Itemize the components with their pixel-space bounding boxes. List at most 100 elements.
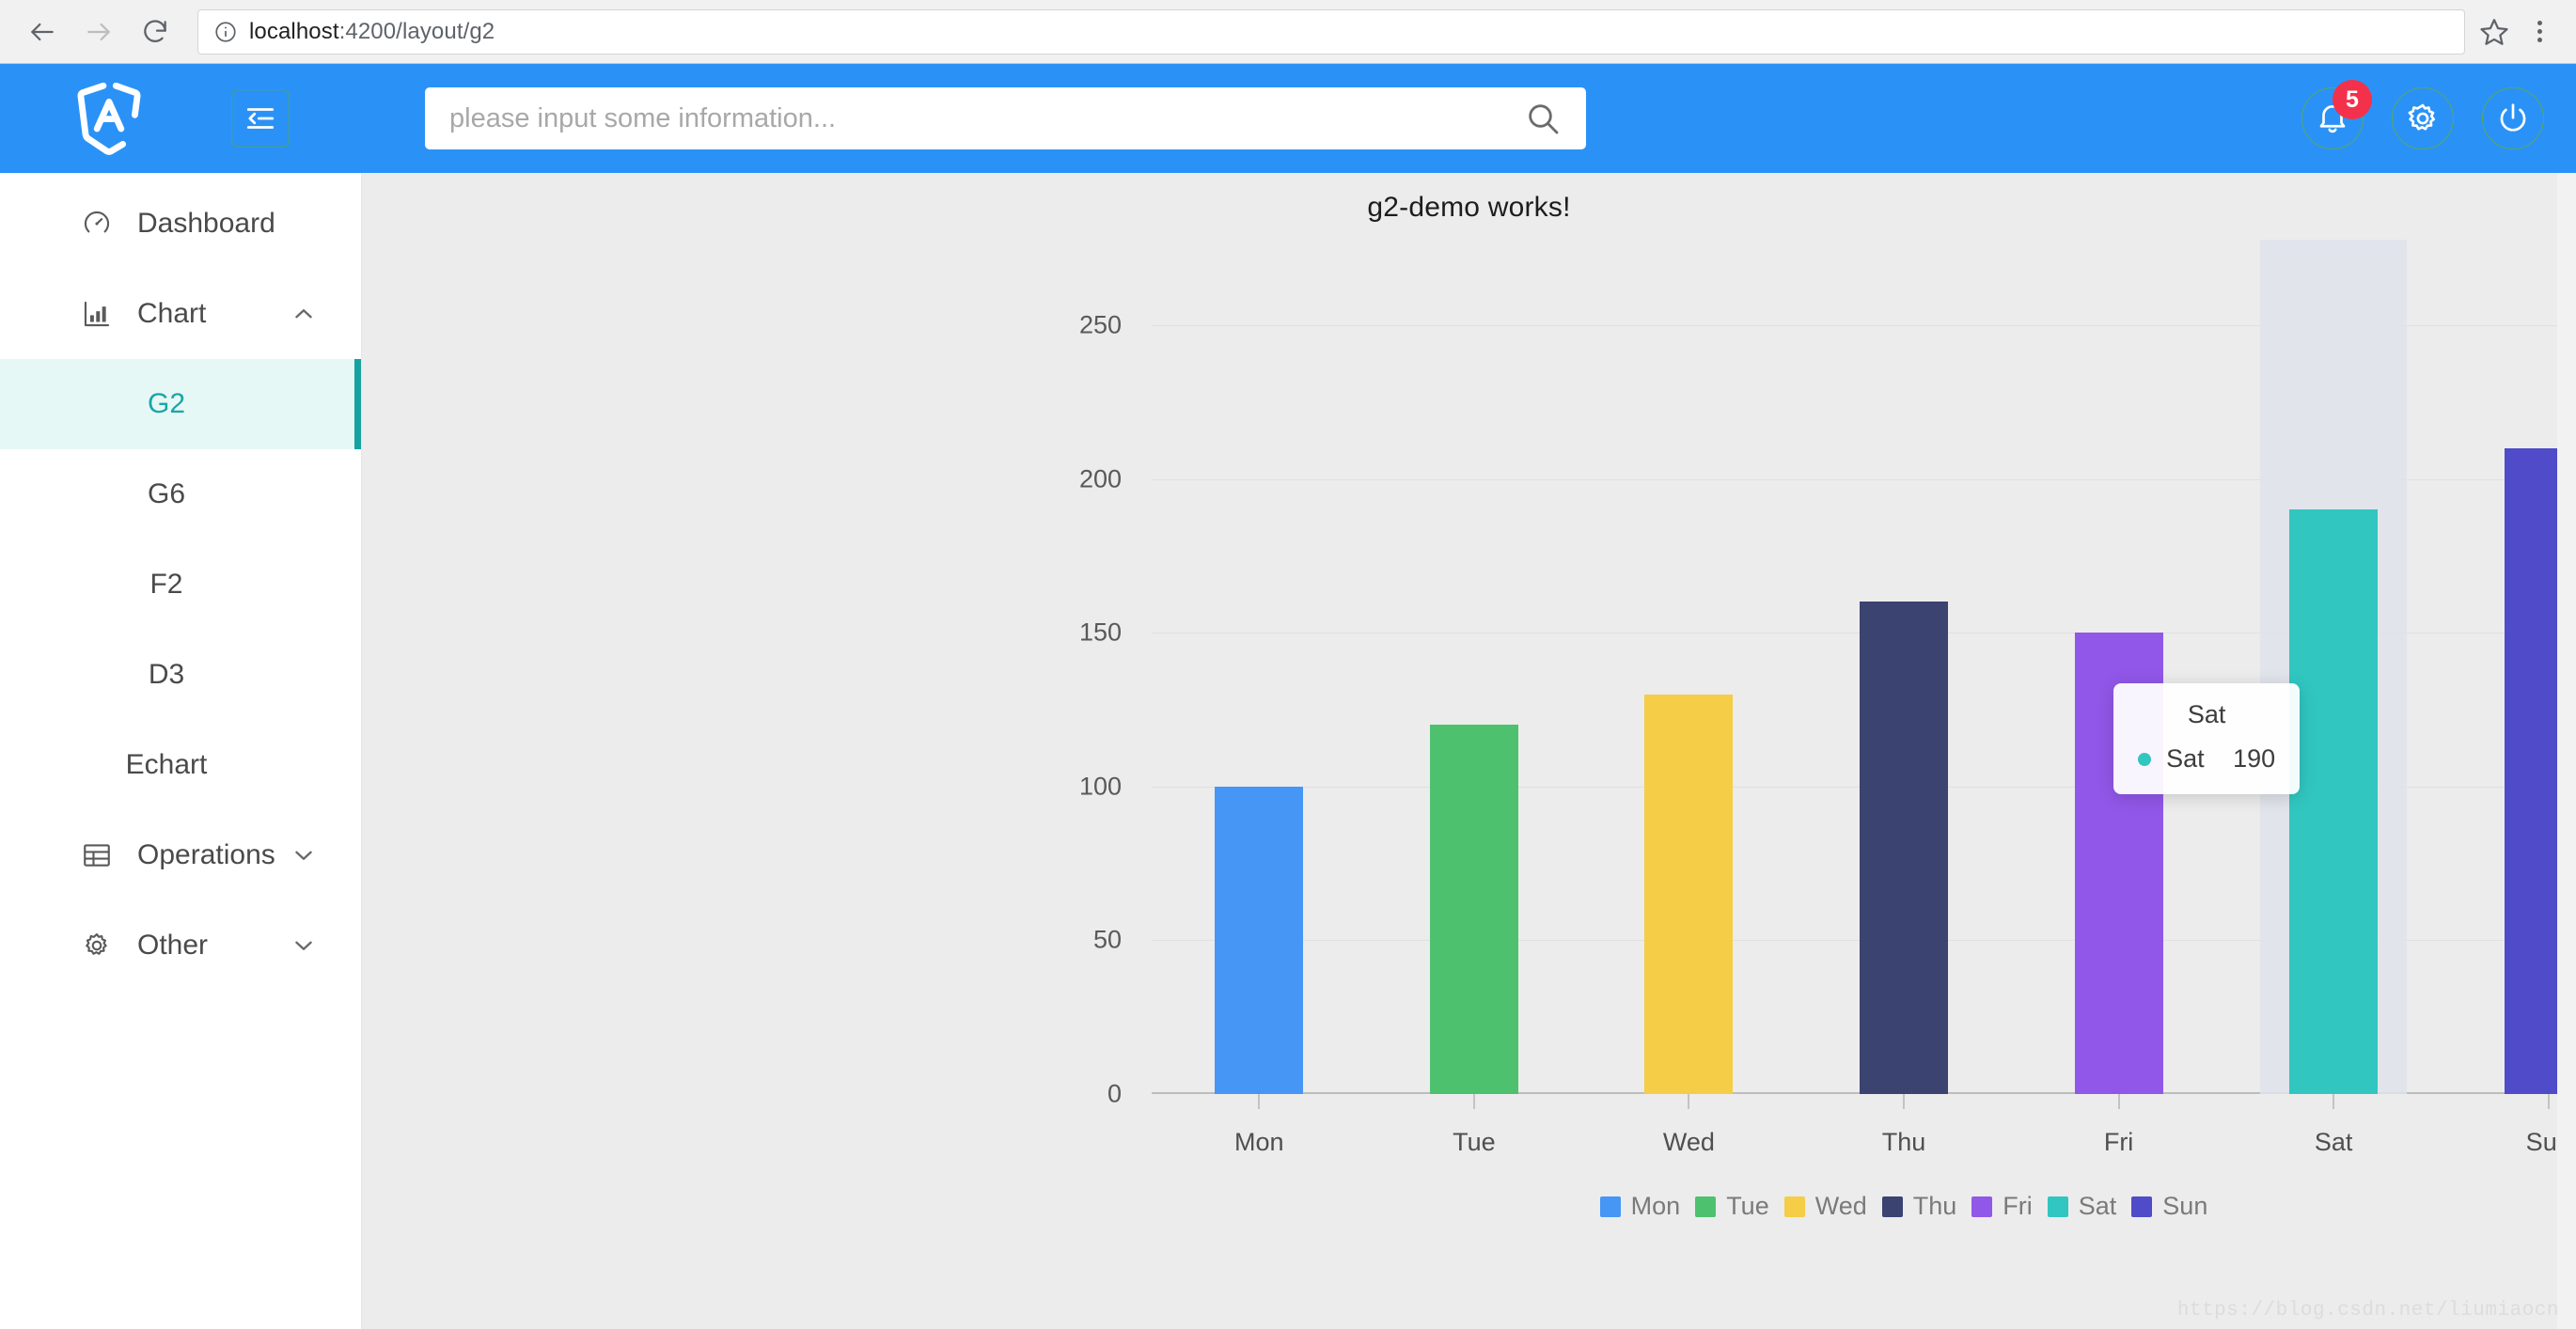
sidebar-subitem-label: G6 — [147, 478, 186, 509]
sidebar-item-other[interactable]: Other — [0, 900, 361, 991]
sidebar-item-operations[interactable]: Operations — [0, 810, 361, 900]
y-axis-tick-label: 250 — [1078, 310, 1122, 339]
url-bar[interactable]: localhost:4200/layout/g2 — [197, 8, 2465, 55]
back-button[interactable] — [21, 10, 64, 54]
legend-item-fri[interactable]: Fri — [1971, 1192, 2033, 1221]
sidebar-item-label: Chart — [137, 298, 207, 329]
legend-label: Sun — [2162, 1192, 2208, 1220]
x-axis-tick — [1258, 1094, 1261, 1109]
url-host: localhost — [249, 18, 339, 44]
sidebar: Dashboard Chart G2 G6 F2 D3 Echart Opera… — [0, 173, 362, 1329]
gear-icon — [81, 930, 113, 962]
bar-mon[interactable] — [1215, 786, 1304, 1094]
legend-label: Mon — [1630, 1192, 1681, 1220]
x-axis-tick-label: Thu — [1881, 1128, 1926, 1156]
url-text: localhost:4200/layout/g2 — [249, 19, 495, 45]
notification-badge: 5 — [2333, 80, 2372, 119]
search-box[interactable] — [425, 87, 1586, 149]
notifications-button[interactable]: 5 — [2301, 80, 2372, 149]
legend-label: Wed — [1814, 1192, 1867, 1220]
tooltip-series-value: 190 — [2233, 744, 2276, 774]
sidebar-item-label: Other — [137, 930, 209, 961]
sidebar-item-d3[interactable]: D3 — [0, 630, 361, 720]
sidebar-item-f2[interactable]: F2 — [0, 539, 361, 630]
collapse-menu-button[interactable] — [231, 89, 290, 148]
dashboard-icon — [81, 208, 113, 240]
search-icon[interactable] — [1524, 100, 1562, 137]
sidebar-subitem-label: F2 — [149, 569, 183, 600]
x-axis-tick — [1688, 1094, 1690, 1109]
watermark: https://blog.csdn.net/liumiaocn — [2176, 1300, 2559, 1321]
sidebar-item-chart[interactable]: Chart — [0, 269, 361, 359]
y-axis-tick-label: 100 — [1078, 772, 1122, 801]
x-axis-tick-label: Tue — [1453, 1128, 1496, 1156]
reload-button[interactable] — [134, 10, 177, 54]
bar-chart-plot: 0 50 100 150 200 250 Mon Tue Wed Thu Fri Sat Sun Sat S… — [1079, 240, 2576, 1156]
legend-swatch-icon — [2131, 1196, 2153, 1217]
x-axis-tick — [1903, 1094, 1905, 1109]
chart-container: 0 50 100 150 200 250 Mon Tue Wed Thu Fri Sat Sun Sat S… — [362, 231, 2576, 1329]
x-axis-tick-label: Mon — [1234, 1128, 1284, 1156]
table-icon — [81, 839, 113, 871]
browser-menu-icon[interactable] — [2523, 16, 2555, 48]
app-header: 5 — [0, 64, 2576, 173]
legend-swatch-icon — [1971, 1196, 1993, 1217]
sidebar-item-g6[interactable]: G6 — [0, 449, 361, 539]
legend-swatch-icon — [1695, 1196, 1717, 1217]
sidebar-item-label: Operations — [137, 839, 275, 870]
legend-swatch-icon — [2047, 1196, 2068, 1217]
page-title: g2-demo works! — [1367, 192, 1571, 223]
sidebar-item-dashboard[interactable]: Dashboard — [0, 179, 361, 269]
sidebar-subitem-label: G2 — [147, 388, 186, 419]
sidebar-subitem-label: Echart — [125, 749, 208, 780]
y-axis-tick-label: 0 — [1107, 1079, 1122, 1108]
legend-swatch-icon — [1881, 1196, 1903, 1217]
chevron-up-icon[interactable] — [291, 302, 316, 326]
chevron-down-icon[interactable] — [291, 933, 316, 958]
x-axis-tick — [2117, 1094, 2120, 1109]
angular-logo[interactable] — [0, 78, 218, 159]
power-button[interactable] — [2482, 87, 2544, 149]
x-axis-tick-label: Fri — [2103, 1128, 2134, 1156]
search-input[interactable] — [449, 102, 1524, 134]
tooltip-series-dot — [2138, 752, 2152, 766]
sidebar-item-label: Dashboard — [137, 208, 275, 239]
bar-sat[interactable] — [2289, 509, 2379, 1094]
chart-legend: Mon Tue Wed Thu Fri Sat Sun — [1152, 1192, 2576, 1221]
y-axis-tick-label: 50 — [1092, 925, 1122, 954]
chevron-down-icon[interactable] — [291, 843, 316, 868]
sidebar-item-echart[interactable]: Echart — [0, 720, 361, 810]
bar-tue[interactable] — [1429, 725, 1518, 1094]
browser-toolbar: localhost:4200/layout/g2 — [0, 0, 2576, 64]
legend-item-wed[interactable]: Wed — [1783, 1192, 1867, 1221]
url-path: :4200/layout/g2 — [338, 18, 495, 44]
x-axis-tick — [2333, 1094, 2335, 1109]
settings-button[interactable] — [2392, 87, 2454, 149]
sidebar-subitem-label: D3 — [148, 659, 185, 690]
legend-label: Sat — [2078, 1192, 2117, 1220]
bookmark-icon[interactable] — [2478, 16, 2510, 48]
y-axis-tick-label: 200 — [1078, 464, 1122, 493]
legend-item-tue[interactable]: Tue — [1695, 1192, 1769, 1221]
y-axis-tick-label: 150 — [1078, 618, 1122, 647]
legend-item-sat[interactable]: Sat — [2047, 1192, 2117, 1221]
app-body: Dashboard Chart G2 G6 F2 D3 Echart Opera… — [0, 173, 2576, 1329]
legend-swatch-icon — [1783, 1196, 1805, 1217]
site-info-icon[interactable] — [213, 20, 238, 44]
bar-wed[interactable] — [1644, 694, 1734, 1094]
legend-swatch-icon — [1599, 1196, 1621, 1217]
tooltip-title: Sat — [2187, 700, 2226, 729]
x-axis-tick — [1472, 1094, 1475, 1109]
legend-label: Thu — [1912, 1192, 1957, 1220]
forward-button[interactable] — [77, 10, 120, 54]
vertical-scrollbar[interactable] — [2557, 173, 2576, 1329]
main-content: g2-demo works! 0 50 100 150 200 250 Mon Tue Wed T… — [362, 173, 2576, 1329]
legend-item-mon[interactable]: Mon — [1599, 1192, 1681, 1221]
bar-thu[interactable] — [1860, 602, 1948, 1094]
tooltip-series-name: Sat — [2166, 744, 2205, 774]
legend-item-thu[interactable]: Thu — [1881, 1192, 1957, 1221]
legend-label: Fri — [2003, 1192, 2033, 1220]
legend-item-sun[interactable]: Sun — [2131, 1192, 2207, 1221]
sidebar-item-g2[interactable]: G2 — [0, 359, 361, 449]
x-axis-tick-label: Sat — [2314, 1128, 2353, 1156]
